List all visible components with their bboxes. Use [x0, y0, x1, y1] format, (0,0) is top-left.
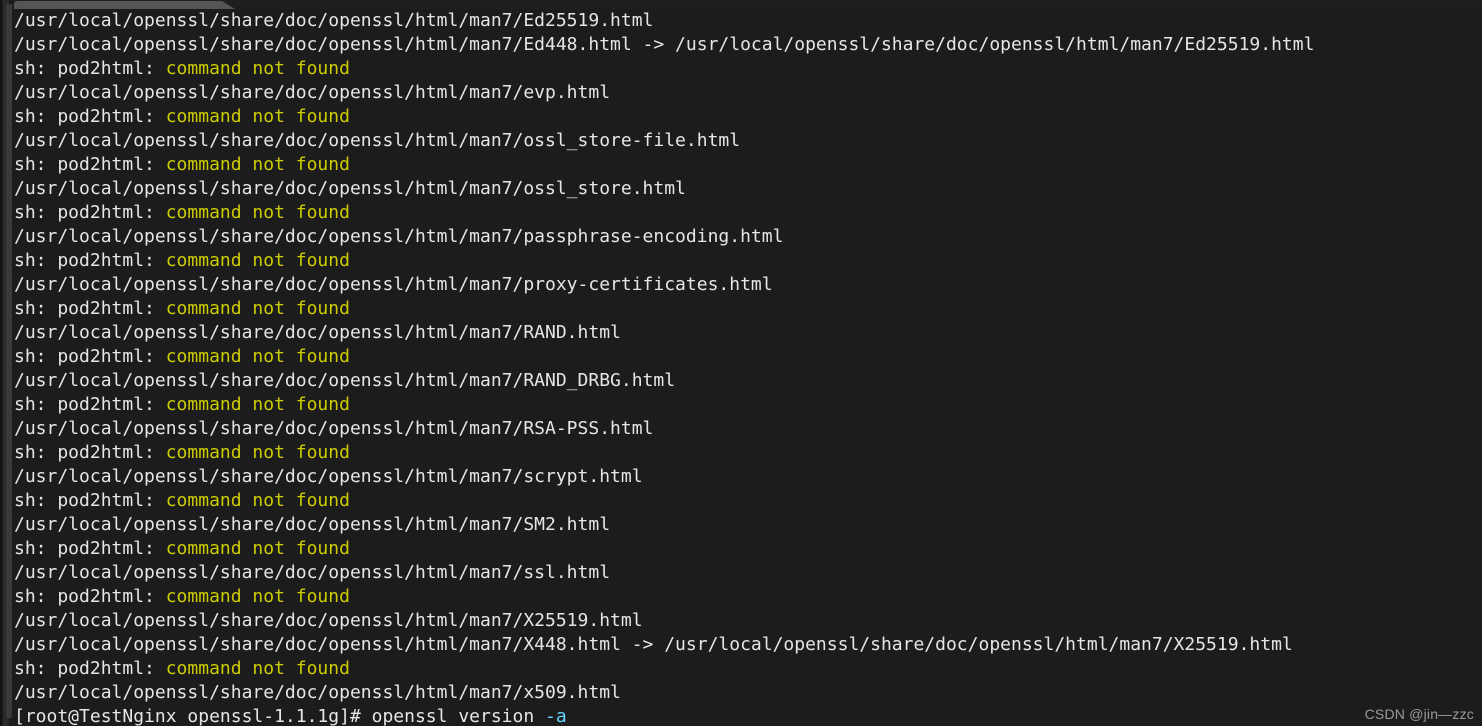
terminal-line: sh: pod2html: command not found [14, 537, 1482, 561]
terminal-line: sh: pod2html: command not found [14, 249, 1482, 273]
terminal-line: /usr/local/openssl/share/doc/openssl/htm… [14, 609, 1482, 633]
terminal-line: /usr/local/openssl/share/doc/openssl/htm… [14, 513, 1482, 537]
terminal-text-segment: command not found [165, 538, 350, 559]
terminal-text-segment: sh: pod2html: [14, 106, 166, 127]
terminal-line: /usr/local/openssl/share/doc/openssl/htm… [14, 369, 1482, 393]
terminal-output-area[interactable]: /usr/local/openssl/share/doc/openssl/htm… [14, 9, 1482, 726]
terminal-text-segment: sh: pod2html: [14, 490, 166, 511]
terminal-line: sh: pod2html: command not found [14, 105, 1482, 129]
terminal-text-segment: command not found [165, 250, 350, 271]
terminal-text-segment: sh: pod2html: [14, 58, 166, 79]
terminal-text-segment: sh: pod2html: [14, 394, 166, 415]
terminal-line: sh: pod2html: command not found [14, 657, 1482, 681]
terminal-text-segment: /usr/local/openssl/share/doc/openssl/htm… [14, 418, 654, 439]
terminal-line: /usr/local/openssl/share/doc/openssl/htm… [14, 177, 1482, 201]
watermark: CSDN @jin—zzc [1364, 706, 1474, 722]
terminal-line: /usr/local/openssl/share/doc/openssl/htm… [14, 561, 1482, 585]
terminal-text-segment: sh: pod2html: [14, 298, 166, 319]
terminal-text-segment: command not found [165, 298, 350, 319]
terminal-text-segment: sh: pod2html: [14, 250, 166, 271]
terminal-text-segment: -a [545, 706, 567, 726]
vertical-scrollbar-track[interactable] [3, 0, 12, 726]
terminal-line: /usr/local/openssl/share/doc/openssl/htm… [14, 321, 1482, 345]
terminal-line: sh: pod2html: command not found [14, 345, 1482, 369]
terminal-text-segment: /usr/local/openssl/share/doc/openssl/htm… [14, 82, 611, 103]
terminal-line: [root@TestNginx openssl-1.1.1g]# openssl… [14, 705, 1482, 726]
terminal-line: /usr/local/openssl/share/doc/openssl/htm… [14, 9, 1482, 33]
terminal-text-segment: /usr/local/openssl/share/doc/openssl/htm… [14, 178, 686, 199]
terminal-line: /usr/local/openssl/share/doc/openssl/htm… [14, 417, 1482, 441]
terminal-line: sh: pod2html: command not found [14, 153, 1482, 177]
terminal-line: /usr/local/openssl/share/doc/openssl/htm… [14, 81, 1482, 105]
terminal-text-segment: /usr/local/openssl/share/doc/openssl/htm… [14, 226, 784, 247]
terminal-text-segment: command not found [165, 586, 350, 607]
terminal-text-segment: /usr/local/openssl/share/doc/openssl/htm… [14, 562, 611, 583]
terminal-line: /usr/local/openssl/share/doc/openssl/htm… [14, 465, 1482, 489]
terminal-text-segment: command not found [165, 106, 350, 127]
terminal-text-segment: /usr/local/openssl/share/doc/openssl/htm… [14, 370, 676, 391]
terminal-tab-active[interactable] [14, 1, 235, 9]
terminal-text-segment: sh: pod2html: [14, 658, 166, 679]
terminal-text-segment: /usr/local/openssl/share/doc/openssl/htm… [14, 610, 643, 631]
terminal-tab-bar [0, 0, 1482, 9]
terminal-line: sh: pod2html: command not found [14, 489, 1482, 513]
terminal-line: /usr/local/openssl/share/doc/openssl/htm… [14, 633, 1482, 657]
terminal-line: sh: pod2html: command not found [14, 585, 1482, 609]
terminal-line: sh: pod2html: command not found [14, 393, 1482, 417]
terminal-text-segment: /usr/local/openssl/share/doc/openssl/htm… [14, 130, 741, 151]
terminal-text-segment: /usr/local/openssl/share/doc/openssl/htm… [14, 466, 643, 487]
terminal-text-segment: /usr/local/openssl/share/doc/openssl/htm… [14, 634, 1293, 655]
terminal-text-segment: /usr/local/openssl/share/doc/openssl/htm… [14, 274, 773, 295]
terminal-text-segment: command not found [165, 58, 350, 79]
terminal-text-segment: command not found [165, 202, 350, 223]
terminal-text-segment: command not found [165, 346, 350, 367]
window-edge [0, 0, 2, 726]
terminal-text-segment: sh: pod2html: [14, 154, 166, 175]
terminal-text-segment: sh: pod2html: [14, 586, 166, 607]
terminal-text-segment: command not found [165, 394, 350, 415]
terminal-line: /usr/local/openssl/share/doc/openssl/htm… [14, 33, 1482, 57]
terminal-line: sh: pod2html: command not found [14, 57, 1482, 81]
terminal-line: sh: pod2html: command not found [14, 441, 1482, 465]
terminal-line: sh: pod2html: command not found [14, 201, 1482, 225]
terminal-text-segment: [root@TestNginx openssl-1.1.1g]# openssl… [14, 706, 546, 726]
terminal-left-gutter [0, 0, 12, 726]
terminal-text-segment: sh: pod2html: [14, 442, 166, 463]
terminal-text-segment: /usr/local/openssl/share/doc/openssl/htm… [14, 514, 611, 535]
terminal-text-segment: command not found [165, 490, 350, 511]
terminal-text-segment: sh: pod2html: [14, 346, 166, 367]
terminal-text-segment: /usr/local/openssl/share/doc/openssl/htm… [14, 10, 654, 31]
terminal-line: /usr/local/openssl/share/doc/openssl/htm… [14, 225, 1482, 249]
terminal-text-segment: /usr/local/openssl/share/doc/openssl/htm… [14, 34, 1315, 55]
terminal-text-segment: command not found [165, 154, 350, 175]
terminal-line: /usr/local/openssl/share/doc/openssl/htm… [14, 681, 1482, 705]
terminal-line: sh: pod2html: command not found [14, 297, 1482, 321]
terminal-window: /usr/local/openssl/share/doc/openssl/htm… [0, 0, 1482, 726]
terminal-line: /usr/local/openssl/share/doc/openssl/htm… [14, 129, 1482, 153]
terminal-line: /usr/local/openssl/share/doc/openssl/htm… [14, 273, 1482, 297]
terminal-text-segment: command not found [165, 658, 350, 679]
terminal-text-segment: /usr/local/openssl/share/doc/openssl/htm… [14, 322, 621, 343]
terminal-text-segment: command not found [165, 442, 350, 463]
terminal-text-segment: sh: pod2html: [14, 202, 166, 223]
terminal-text-segment: /usr/local/openssl/share/doc/openssl/htm… [14, 682, 621, 703]
vertical-scrollbar-thumb[interactable] [6, 4, 12, 718]
terminal-text-segment: sh: pod2html: [14, 538, 166, 559]
